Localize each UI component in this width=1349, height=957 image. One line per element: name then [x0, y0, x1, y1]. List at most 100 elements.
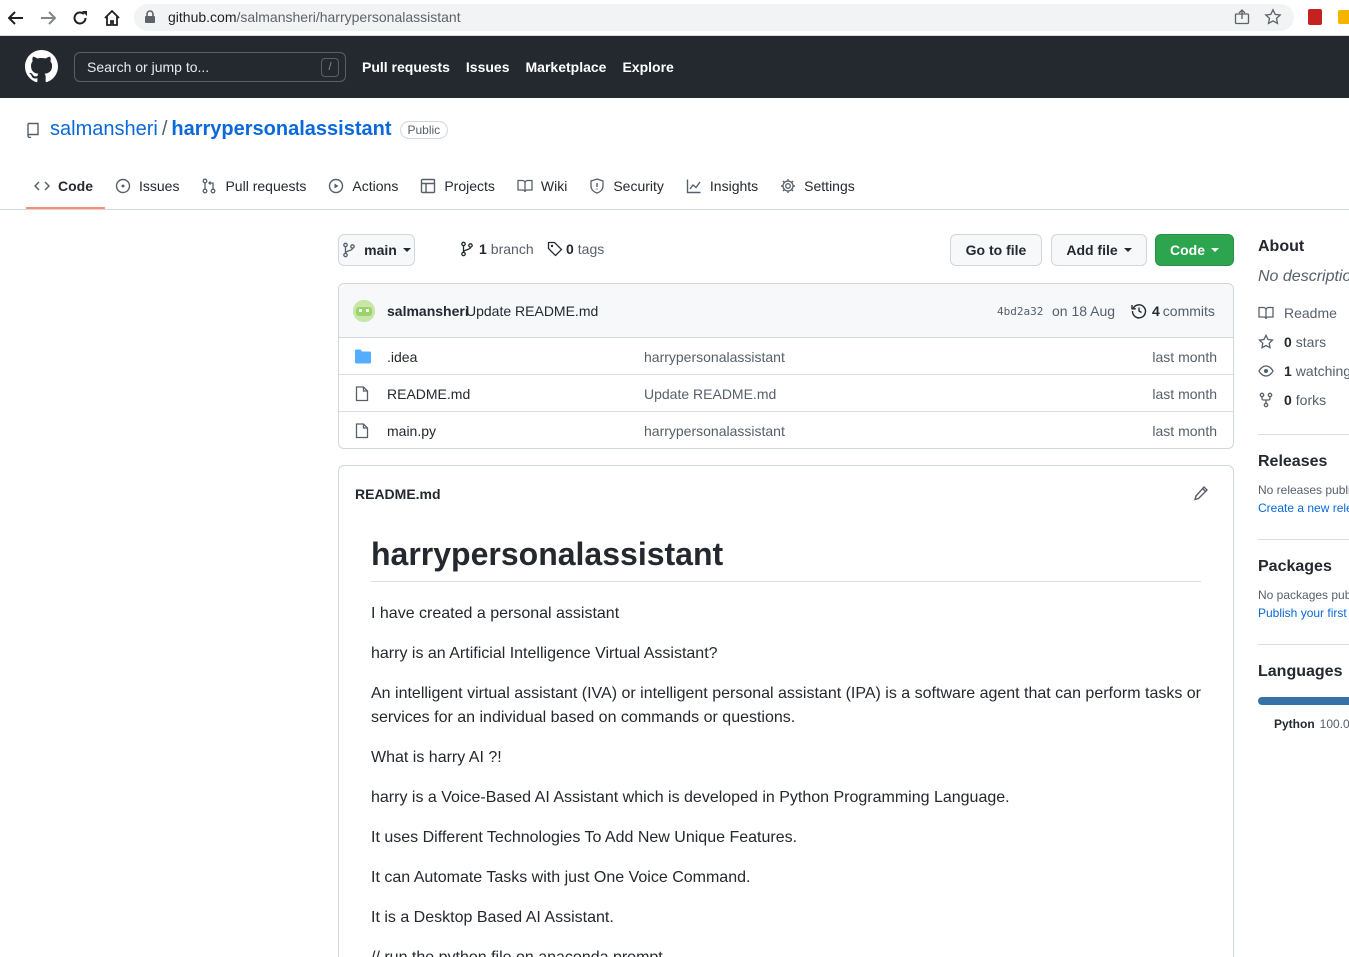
file-commit-message[interactable]: harrypersonalassistant	[644, 423, 785, 439]
readme-paragraph: // run the python file on anaconda promp…	[371, 946, 1206, 957]
tab-issues[interactable]: Issues	[107, 168, 191, 204]
releases-heading[interactable]: Releases	[1258, 453, 1349, 471]
pencil-icon[interactable]	[1193, 485, 1209, 501]
go-to-file-label: Go to file	[965, 242, 1027, 258]
stars-link[interactable]: 0 stars	[1258, 327, 1349, 356]
readme-link[interactable]: Readme	[1258, 298, 1349, 327]
file-name[interactable]: README.md	[387, 386, 470, 402]
home-button[interactable]	[100, 6, 124, 30]
extension-icon[interactable]	[1338, 10, 1349, 24]
eye-icon	[1258, 364, 1274, 377]
branch-icon	[461, 241, 473, 257]
create-release-link[interactable]: Create a new release	[1258, 501, 1349, 515]
bookmark-star-icon[interactable]	[1264, 8, 1282, 26]
file-row-readme: README.md Update README.md last month	[339, 375, 1233, 412]
search-input[interactable]: Search or jump to... /	[74, 52, 346, 82]
language-item-python[interactable]: Python 100.0%	[1258, 717, 1349, 731]
commit-sha[interactable]: 4bd2a32	[997, 305, 1043, 318]
chevron-down-icon	[1123, 248, 1132, 252]
file-name[interactable]: main.py	[387, 423, 436, 439]
search-shortcut-key: /	[321, 58, 339, 77]
tab-code[interactable]: Code	[26, 168, 105, 209]
home-icon	[104, 9, 120, 26]
latest-commit-bar: salmansheri Update README.md 4bd2a32 on …	[339, 284, 1233, 338]
extension-icon[interactable]	[1308, 9, 1322, 25]
code-button[interactable]: Code	[1155, 234, 1234, 266]
play-icon	[329, 178, 344, 194]
repo-tabs: Code Issues Pull requests Actions Projec…	[26, 168, 869, 210]
readme-body: I have created a personal assistant harr…	[371, 602, 1206, 957]
chevron-down-icon	[402, 248, 411, 252]
tab-security[interactable]: Security	[581, 168, 676, 204]
tag-label: tags	[577, 241, 605, 257]
avatar[interactable]	[353, 300, 375, 322]
tab-actions[interactable]: Actions	[320, 168, 410, 204]
readme-paragraph: What is harry AI ?!	[371, 749, 502, 766]
github-header: Search or jump to... / Pull requests Iss…	[0, 36, 1349, 98]
repo-icon	[27, 122, 39, 138]
tag-count: 0	[566, 241, 574, 257]
commit-author[interactable]: salmansheri	[387, 303, 469, 319]
branch-icon	[343, 242, 356, 258]
readme-paragraph: It uses Different Technologies To Add Ne…	[371, 829, 798, 846]
readme-box: README.md harrypersonalassistant I have …	[338, 465, 1234, 957]
pull-request-icon	[203, 178, 216, 194]
code-icon	[34, 181, 50, 191]
visibility-badge: Public	[399, 120, 449, 139]
watching-link[interactable]: 1 watching	[1258, 356, 1349, 385]
language-name: Python	[1274, 717, 1315, 731]
packages-heading[interactable]: Packages	[1258, 558, 1349, 576]
repo-sidebar: About No description Readme 0 stars 1 wa…	[1258, 236, 1349, 957]
add-file-button[interactable]: Add file	[1051, 234, 1147, 266]
nav-issues[interactable]: Issues	[466, 59, 510, 75]
file-icon	[355, 423, 369, 439]
address-bar[interactable]: github.com/salmansheri/harrypersonalassi…	[134, 4, 1294, 31]
tab-settings[interactable]: Settings	[772, 168, 867, 204]
file-commit-message[interactable]: Update README.md	[644, 386, 776, 402]
history-icon	[1131, 304, 1147, 319]
tab-projects[interactable]: Projects	[412, 168, 507, 204]
tag-count-link[interactable]: 0 tags	[547, 241, 604, 257]
code-button-label: Code	[1170, 242, 1205, 258]
share-icon[interactable]	[1234, 9, 1250, 25]
tab-label: Settings	[804, 178, 855, 194]
nav-pull-requests[interactable]: Pull requests	[362, 59, 450, 75]
language-percent: 100.0%	[1319, 717, 1349, 731]
arrow-left-icon	[8, 11, 23, 25]
back-button[interactable]	[4, 6, 28, 30]
readme-label: Readme	[1284, 304, 1337, 321]
commit-message[interactable]: Update README.md	[466, 303, 598, 319]
go-to-file-button[interactable]: Go to file	[950, 234, 1042, 266]
tab-wiki[interactable]: Wiki	[509, 168, 579, 204]
repo-name-link[interactable]: harrypersonalassistant	[171, 118, 391, 141]
tab-insights[interactable]: Insights	[678, 168, 770, 204]
file-commit-message[interactable]: harrypersonalassistant	[644, 349, 785, 365]
file-name[interactable]: .idea	[387, 349, 417, 365]
arrow-right-icon	[41, 11, 56, 25]
readme-title: harrypersonalassistant	[371, 536, 1201, 582]
repo-title: salmansheri / harrypersonalassistant Pub…	[26, 118, 449, 141]
branch-count: 1	[479, 241, 487, 257]
tab-pull-requests[interactable]: Pull requests	[193, 168, 318, 204]
file-age: last month	[1152, 423, 1217, 439]
readme-paragraph: It can Automate Tasks with just One Voic…	[371, 869, 751, 886]
branch-select-button[interactable]: main	[338, 234, 415, 266]
branch-count-link[interactable]: 1 branch	[460, 241, 534, 257]
nav-marketplace[interactable]: Marketplace	[526, 59, 607, 75]
gear-icon	[781, 179, 796, 193]
about-heading: About	[1258, 238, 1305, 255]
languages-heading: Languages	[1258, 663, 1343, 680]
publish-package-link[interactable]: Publish your first package	[1258, 606, 1349, 620]
commits-link[interactable]: 4 commits	[1131, 303, 1215, 319]
reload-button[interactable]	[68, 6, 92, 30]
identicon-icon	[353, 300, 375, 322]
forks-link[interactable]: 0 forks	[1258, 385, 1349, 414]
file-row-idea: .idea harrypersonalassistant last month	[339, 338, 1233, 375]
shield-icon	[590, 178, 604, 194]
repo-owner-link[interactable]: salmansheri	[50, 118, 158, 141]
tab-label: Wiki	[540, 178, 568, 194]
github-logo-icon[interactable]	[25, 50, 58, 83]
forward-button[interactable]	[36, 6, 60, 30]
header-nav: Pull requests Issues Marketplace Explore	[362, 59, 690, 75]
nav-explore[interactable]: Explore	[622, 59, 673, 75]
